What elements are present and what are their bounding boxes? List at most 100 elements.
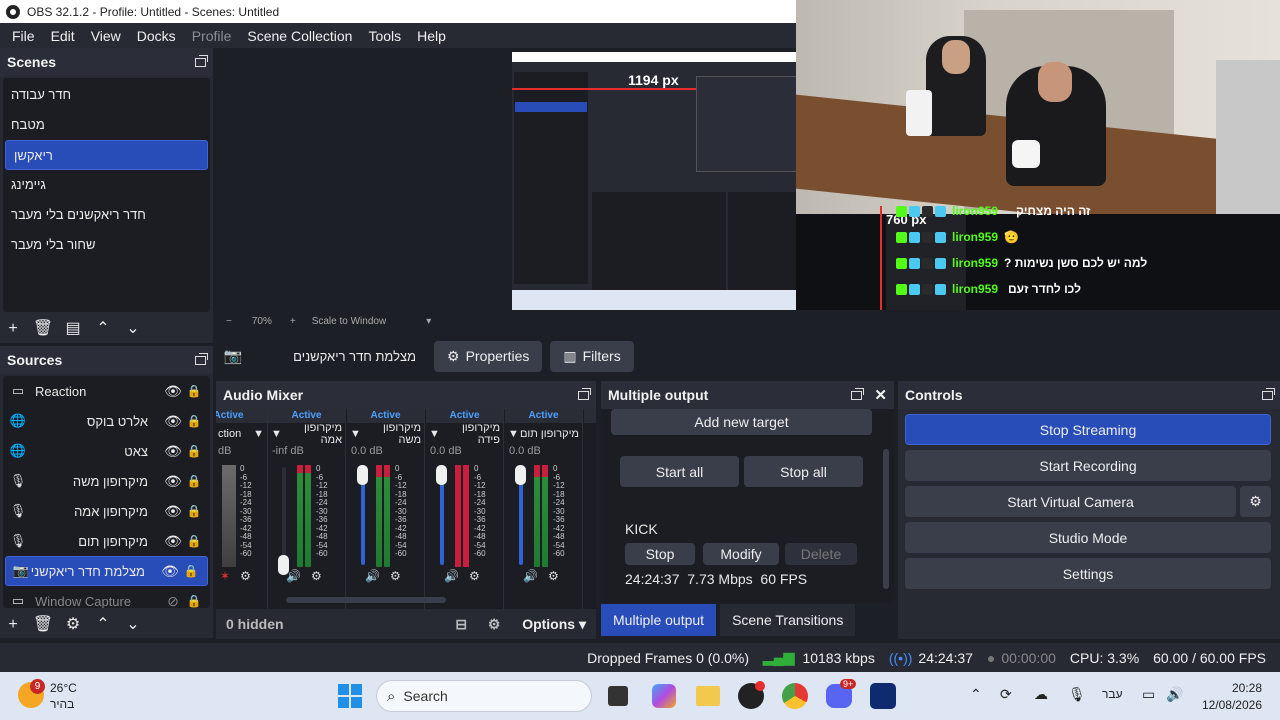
source-item[interactable]: 🎙 מיקרופון תום 👁 🔒 [3,526,210,556]
visibility-eye-icon[interactable]: 👁 [162,443,184,460]
visibility-eye-icon[interactable]: 👁 [162,383,184,400]
add-new-target-button[interactable]: Add new target [611,409,872,435]
lock-icon[interactable]: 🔒 [184,444,204,458]
horizontal-scrollbar[interactable] [286,597,446,603]
properties-button[interactable]: ⚙ Properties [434,340,543,372]
source-item[interactable]: 🌐 אלרט בוקס 👁 🔒 [3,406,210,436]
lock-icon[interactable]: 🔒 [184,384,204,398]
channel-name[interactable]: מיקרופון משה ▼ [347,422,424,446]
channel-name[interactable]: מיקרופון אמה ▼ [268,422,345,446]
volume-slider-knob[interactable] [436,465,447,485]
move-up-icon[interactable]: ⌃ [96,617,110,633]
muted-icon[interactable]: ✶ [220,569,230,583]
add-icon[interactable]: + [6,617,20,633]
windows-start-icon[interactable] [338,684,362,708]
menu-edit[interactable]: Edit [43,28,83,44]
volume-slider[interactable] [282,467,286,565]
lock-icon[interactable]: 🔒 [184,474,204,488]
close-icon[interactable]: ✕ [874,386,887,404]
source-item[interactable]: 🎙 מיקרופון אמה 👁 🔒 [3,496,210,526]
filter-icon[interactable]: ▤ [65,321,80,337]
target-modify-button[interactable]: Modify [703,543,779,565]
speaker-icon[interactable]: 🔊 [444,569,459,583]
settings-button[interactable]: Settings [905,558,1271,589]
chevron-up-icon[interactable]: ⌃ [970,686,982,703]
start-virtual-camera-button[interactable]: Start Virtual Camera [905,486,1236,517]
channel-name[interactable]: ction ▼ [216,423,267,445]
scene-item[interactable]: חדר עבודה [3,80,210,110]
menu-profile[interactable]: Profile [184,28,240,44]
source-item[interactable]: ▭ Window Capture ⊘ 🔒 [3,586,210,609]
settings-icon[interactable]: ⚙ [390,569,401,583]
settings-icon[interactable]: ⚙ [240,569,251,583]
hidden-eye-icon[interactable]: ⊘ [162,593,184,609]
speaker-icon[interactable]: 🔊 [523,569,538,583]
cloud-off-icon[interactable]: ☁ [1034,686,1048,703]
speaker-icon[interactable]: 🔊 [365,569,380,583]
chevron-down-icon[interactable]: ▼ [253,428,264,440]
vertical-scrollbar[interactable] [883,449,889,589]
volume-slider-knob[interactable] [515,465,526,485]
scene-item[interactable]: חדר ריאקשנים בלי מעבר [3,200,210,230]
scene-item-selected[interactable]: ריאקשן [5,140,208,170]
task-view-icon[interactable] [608,686,628,706]
tab-multiple-output[interactable]: Multiple output [601,604,717,636]
lock-icon[interactable]: 🔒 [181,564,201,578]
move-up-icon[interactable]: ⌃ [96,321,110,337]
menu-tools[interactable]: Tools [360,28,409,44]
chevron-down-icon[interactable]: ▼ [271,428,282,440]
chevron-down-icon[interactable]: ▾ [426,316,431,327]
move-down-icon[interactable]: ⌄ [126,617,140,633]
trash-icon[interactable]: 🗑 [33,617,53,633]
volume-slider-knob[interactable] [357,465,368,485]
lock-icon[interactable]: 🔒 [184,414,204,428]
gear-icon[interactable]: ⚙ [66,617,80,633]
menu-help[interactable]: Help [409,28,454,44]
studio-mode-button[interactable]: Studio Mode [905,522,1271,553]
lock-icon[interactable]: 🔒 [184,534,204,548]
stop-all-button[interactable]: Stop all [744,456,863,487]
volume-icon[interactable]: 🔊 [1166,686,1183,703]
move-down-icon[interactable]: ⌄ [126,321,140,337]
stop-streaming-button[interactable]: Stop Streaming [905,414,1271,445]
network-icon[interactable]: ▭ [1142,686,1155,703]
channel-name[interactable]: מיקרופון תום ▼ [505,423,582,445]
speaker-icon[interactable]: 🔊 [286,569,301,583]
layout-icon[interactable]: ⊟ [446,616,476,633]
channel-name[interactable]: בה [584,423,596,445]
undock-icon[interactable] [195,352,208,365]
menu-view[interactable]: View [83,28,129,44]
target-stop-button[interactable]: Stop [625,543,695,565]
scene-item[interactable]: שחור בלי מעבר [3,230,210,260]
chevron-down-icon[interactable]: ▼ [350,428,361,440]
visibility-eye-icon[interactable]: 👁 [159,563,181,580]
source-item[interactable]: 🎙 מיקרופון משה 👁 🔒 [3,466,210,496]
visibility-eye-icon[interactable]: 👁 [162,473,184,490]
settings-icon[interactable]: ⚙ [469,569,480,583]
scene-item[interactable]: גיימינג [3,170,210,200]
chrome-icon[interactable] [782,683,808,709]
chevron-down-icon[interactable]: ▼ [429,428,440,440]
zoom-out-button[interactable]: − [226,316,232,327]
target-delete-button[interactable]: Delete [785,543,857,565]
channel-name[interactable]: מיקרופון פידה ▼ [426,422,503,446]
copilot-icon[interactable] [652,684,676,708]
visibility-eye-icon[interactable]: 👁 [162,533,184,550]
lock-icon[interactable]: 🔒 [184,594,204,608]
settings-icon[interactable]: ⚙ [311,569,322,583]
mic-icon[interactable]: 🎙 [1068,686,1086,703]
sync-icon[interactable]: ⟳ [1000,686,1012,703]
zoom-mode-select[interactable]: Scale to Window [312,316,386,327]
trash-icon[interactable]: 🗑 [33,321,53,337]
add-icon[interactable]: + [6,321,20,337]
clock-date[interactable]: 12/08/2026 [1196,698,1262,712]
language-indicator[interactable]: עבר [1102,687,1123,701]
filters-button[interactable]: ▥ Filters [550,340,634,372]
source-item-selected[interactable]: 📷 מצלמת חדר ריאקשני 👁 🔒 [5,556,208,586]
tab-scene-transitions[interactable]: Scene Transitions [720,604,856,636]
source-item[interactable]: ▭ Reaction 👁 🔒 [3,376,210,406]
mixer-options-button[interactable]: Options ▾ [512,616,596,633]
advanced-audio-icon[interactable]: ⚙ [476,616,512,633]
menu-file[interactable]: File [4,28,43,44]
menu-docks[interactable]: Docks [129,28,184,44]
